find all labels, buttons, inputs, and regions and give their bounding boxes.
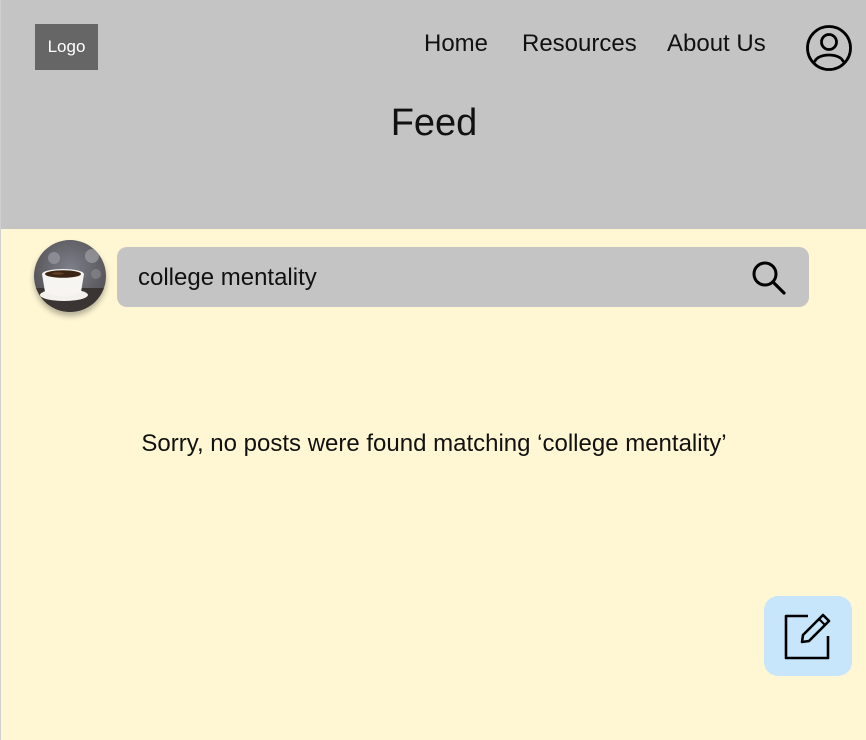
search-bar[interactable]: college mentality [117, 247, 809, 307]
search-input[interactable]: college mentality [138, 264, 317, 292]
avatar[interactable] [34, 240, 106, 312]
empty-state-message: Sorry, no posts were found matching ‘col… [141, 430, 727, 457]
compose-button[interactable] [764, 596, 852, 676]
nav-resources[interactable]: Resources [522, 30, 637, 58]
search-icon[interactable] [750, 259, 788, 297]
logo[interactable]: Logo [35, 24, 98, 70]
coffee-cup-image [34, 249, 106, 312]
nav-home[interactable]: Home [424, 30, 488, 58]
edit-icon [784, 613, 831, 660]
nav-about-us[interactable]: About Us [667, 30, 766, 58]
page-title: Feed [390, 102, 478, 144]
page: Logo Home Resources About Us Feed colleg… [0, 0, 866, 740]
user-circle-icon[interactable] [805, 24, 853, 72]
header: Logo Home Resources About Us Feed [1, 0, 866, 229]
